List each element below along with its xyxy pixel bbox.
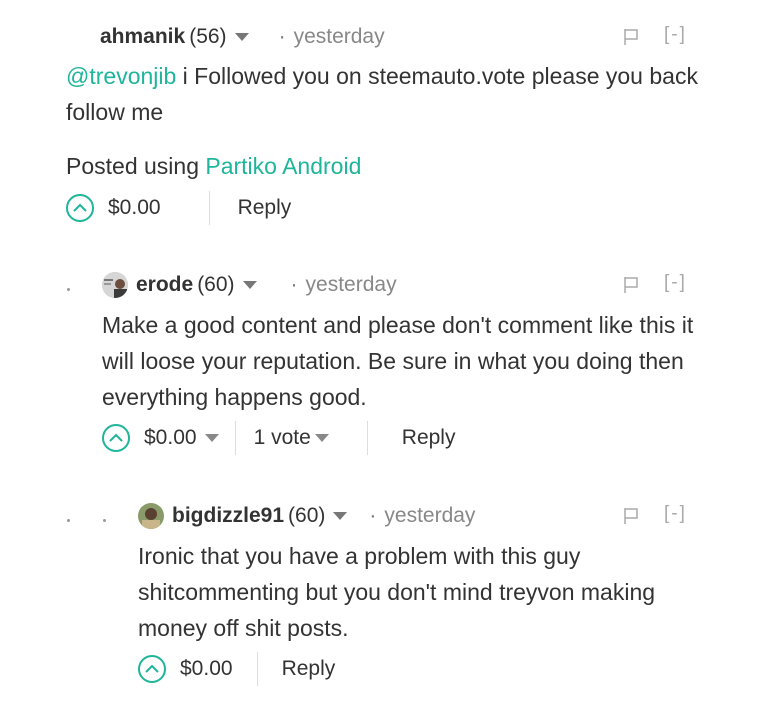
mention-link[interactable]: @trevonjib: [66, 63, 176, 89]
reputation: (56): [189, 25, 227, 48]
reply-button[interactable]: Reply: [402, 426, 456, 450]
posted-using: Posted using Partiko Android: [66, 148, 361, 184]
timestamp[interactable]: yesterday: [306, 273, 397, 297]
separator-dot: ·: [278, 25, 286, 48]
timestamp[interactable]: yesterday: [294, 25, 385, 49]
divider: [208, 191, 210, 225]
separator-dot: ·: [369, 504, 377, 527]
reputation: (60): [197, 273, 235, 296]
author-name[interactable]: ahmanik: [100, 25, 185, 49]
collapse-toggle[interactable]: [-]: [664, 503, 687, 525]
thread-dot: [67, 519, 70, 522]
comment-actions: $0.00 Reply: [138, 651, 335, 687]
author-name[interactable]: bigdizzle91: [172, 504, 284, 528]
comment-body: Ironic that you have a problem with this…: [138, 543, 656, 641]
caret-down-icon[interactable]: [333, 512, 348, 520]
comment-actions: $0.00 1 vote Reply: [102, 420, 455, 456]
thread-dot: [103, 519, 106, 522]
separator-dot: ·: [290, 273, 298, 296]
flag-icon[interactable]: [624, 29, 638, 45]
collapse-toggle[interactable]: [-]: [664, 24, 687, 46]
posted-prefix: Posted using: [66, 153, 206, 179]
caret-down-icon[interactable]: [242, 281, 257, 289]
caret-down-icon[interactable]: [234, 33, 249, 41]
partiko-link[interactable]: Partiko Android: [205, 153, 361, 179]
upvote-icon[interactable]: [102, 424, 130, 452]
upvote-icon[interactable]: [66, 194, 94, 222]
avatar[interactable]: [138, 503, 164, 529]
reputation: (60): [288, 504, 326, 527]
payout-value[interactable]: $0.00: [108, 196, 161, 220]
payout-value[interactable]: $0.00: [144, 426, 197, 450]
reply-button[interactable]: Reply: [282, 657, 336, 681]
divider: [234, 421, 236, 455]
caret-down-icon[interactable]: [314, 434, 329, 442]
votes-count[interactable]: 1 vote: [254, 426, 311, 450]
comment-header: erode (60) · yesterday: [102, 270, 397, 300]
flag-icon[interactable]: [624, 277, 638, 293]
collapse-toggle[interactable]: [-]: [664, 272, 687, 294]
comment-header: bigdizzle91 (60) · yesterday: [138, 501, 475, 531]
avatar[interactable]: [102, 272, 128, 298]
comment-actions: $0.00 Reply: [66, 190, 291, 226]
divider: [366, 421, 368, 455]
flag-icon[interactable]: [624, 508, 638, 524]
reply-button[interactable]: Reply: [238, 196, 292, 220]
payout-value[interactable]: $0.00: [180, 657, 233, 681]
comment-body: Make a good content and please don't com…: [102, 312, 694, 410]
divider: [256, 652, 258, 686]
comment-header: ahmanik (56) · yesterday: [100, 22, 385, 52]
comment-body: @trevonjib i Followed you on steemauto.v…: [66, 58, 706, 130]
upvote-icon[interactable]: [138, 655, 166, 683]
timestamp[interactable]: yesterday: [384, 504, 475, 528]
thread-dot: [67, 288, 70, 291]
author-name[interactable]: erode: [136, 273, 193, 297]
caret-down-icon[interactable]: [204, 434, 219, 442]
